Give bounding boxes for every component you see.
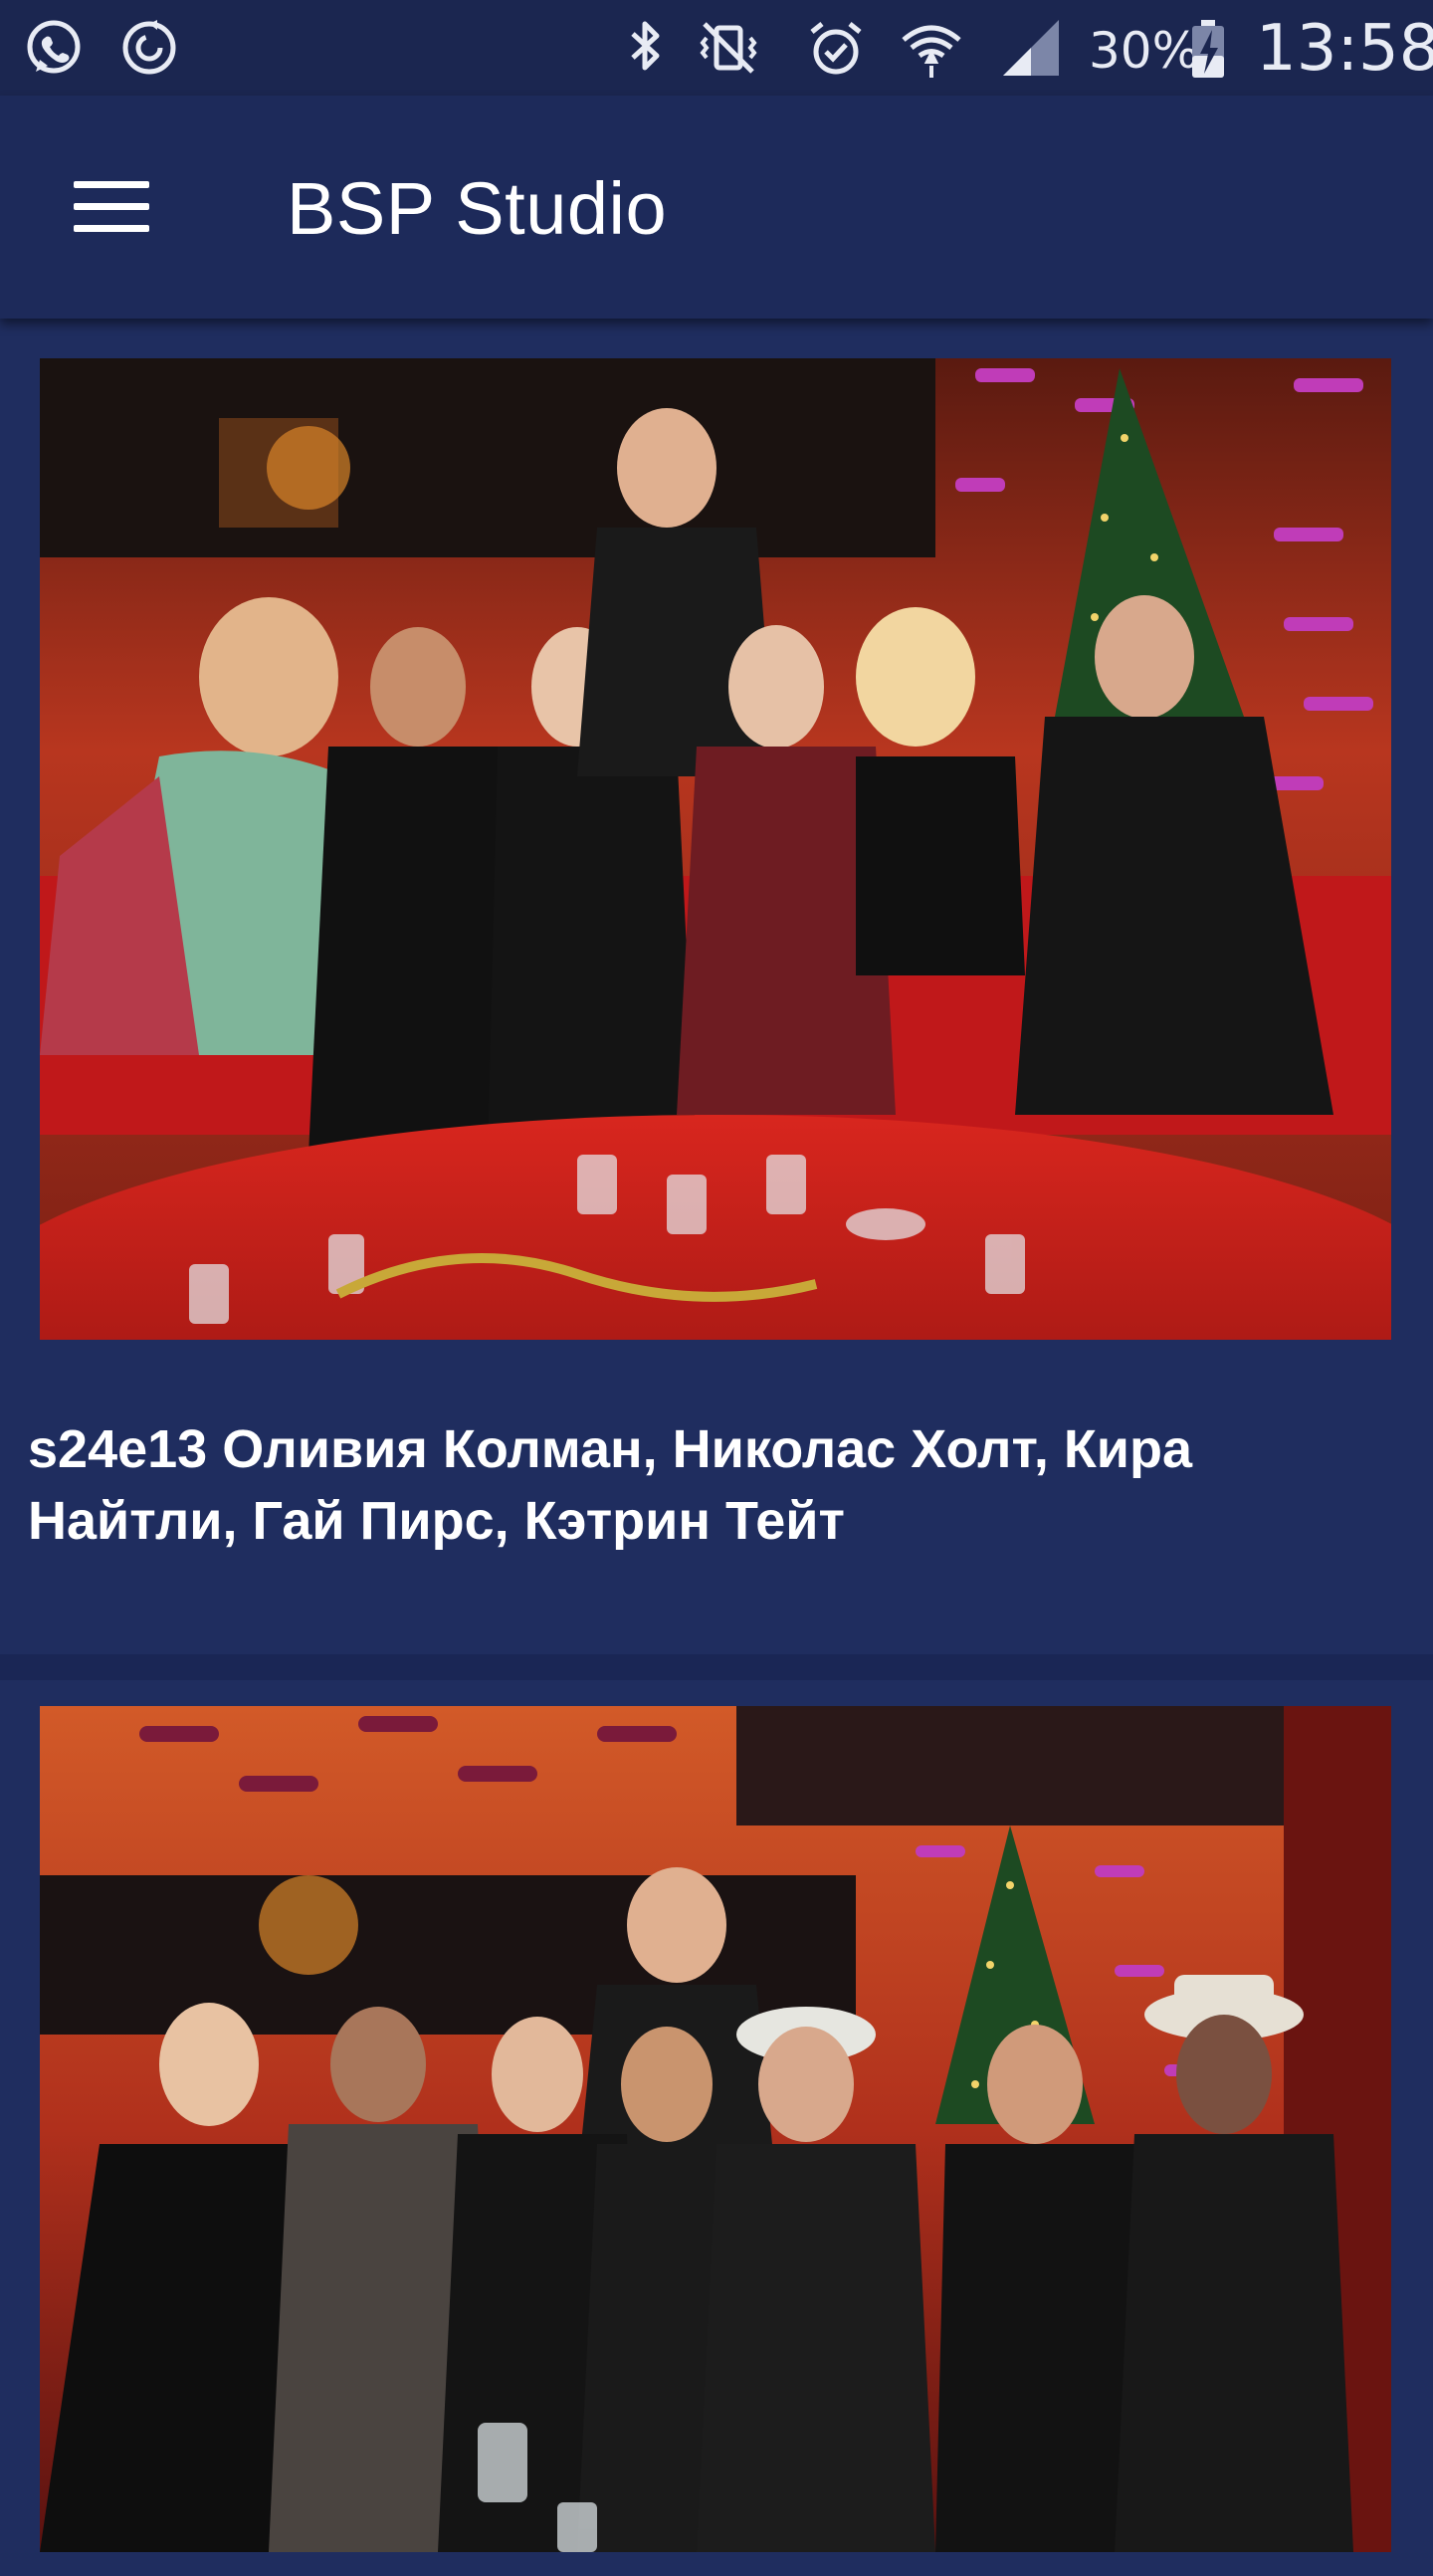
- episode-card[interactable]: s24e13 Оливия Колман, Николас Холт, Кира…: [0, 319, 1433, 1654]
- clock: 13:58: [1256, 12, 1433, 86]
- vibrate-icon: [700, 22, 757, 74]
- sync-icon: [122, 20, 176, 75]
- episode-card[interactable]: [0, 1680, 1433, 2576]
- episode-photo: [40, 1706, 1391, 2552]
- alarm-icon: [810, 22, 862, 75]
- bluetooth-icon: [631, 21, 660, 71]
- app-title: BSP Studio: [287, 167, 668, 250]
- battery-charging-icon: [1192, 20, 1224, 78]
- episode-thumbnail[interactable]: [40, 1706, 1391, 2552]
- status-bar: 30% 13:58: [0, 0, 1433, 96]
- battery-percent: 30%: [1089, 22, 1200, 80]
- episode-photo: [40, 358, 1391, 1340]
- wifi-icon: [902, 25, 961, 78]
- hamburger-menu-icon[interactable]: [56, 153, 167, 261]
- whatsapp-icon: [27, 20, 81, 74]
- episode-title[interactable]: s24e13 Оливия Колман, Николас Холт, Кира…: [28, 1413, 1351, 1557]
- signal-icon: [1003, 20, 1059, 76]
- episode-thumbnail[interactable]: [40, 358, 1391, 1340]
- card-divider: [0, 1654, 1433, 1680]
- app-bar: BSP Studio: [0, 96, 1433, 319]
